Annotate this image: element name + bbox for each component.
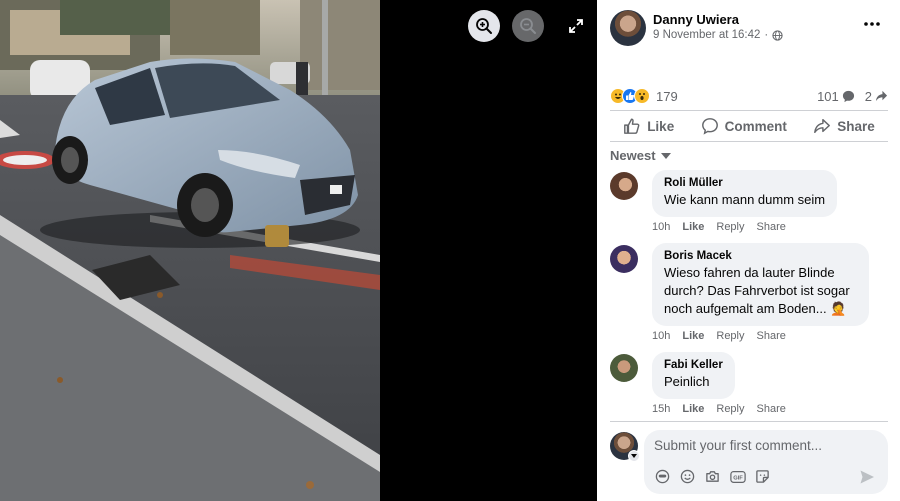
author-avatar[interactable]: [610, 10, 646, 46]
comment-input[interactable]: [654, 438, 874, 453]
commenter-avatar[interactable]: [610, 245, 638, 273]
comment-actions: 10h Like Reply Share: [652, 330, 894, 342]
comment-like-link[interactable]: Like: [682, 330, 704, 342]
reactions-summary: 179 101 2: [610, 86, 888, 106]
shares-count[interactable]: 2: [865, 89, 888, 104]
post-side-panel: Danny Uwiera 9 November at 16:42 · 179 1…: [597, 0, 900, 501]
shares-count-value: 2: [864, 88, 872, 104]
comment-sort-dropdown[interactable]: Newest: [610, 148, 671, 163]
comment-icon: [701, 118, 718, 135]
post-photo[interactable]: [0, 0, 380, 501]
profile-switch-button[interactable]: [628, 450, 640, 462]
camera-icon: [706, 471, 719, 482]
like-button[interactable]: Like: [623, 117, 674, 135]
share-icon: [814, 118, 831, 134]
zoom-out-button[interactable]: [512, 10, 544, 42]
comment-share-link[interactable]: Share: [757, 221, 786, 233]
comment-share-link[interactable]: Share: [757, 403, 786, 415]
comment-time[interactable]: 10h: [652, 221, 670, 233]
comment-author[interactable]: Fabi Keller: [664, 359, 723, 371]
comment-bubble: Roli Müller Wie kann mann dumm seim: [652, 170, 838, 217]
like-label: Like: [647, 118, 675, 134]
comment-bubble: Fabi Keller Peinlich: [652, 352, 735, 399]
send-icon: [860, 470, 874, 484]
post-date[interactable]: 9 November at 16:42: [653, 29, 760, 41]
post-header: Danny Uwiera 9 November at 16:42 ·: [610, 10, 890, 50]
globe-icon: [772, 29, 783, 41]
fullscreen-icon: [569, 19, 583, 33]
comment-reply-link[interactable]: Reply: [716, 221, 744, 233]
zoom-in-button[interactable]: [468, 10, 500, 42]
emoji-button[interactable]: [679, 468, 696, 485]
comment-button[interactable]: Comment: [701, 117, 787, 135]
wow-reaction-icon: [634, 88, 650, 104]
share-button[interactable]: Share: [813, 117, 875, 135]
avatar-sticker-icon: [655, 469, 670, 484]
emoji-icon: [680, 469, 695, 484]
comments-count-value: 101: [817, 88, 839, 104]
avatar-sticker-button[interactable]: [654, 468, 671, 485]
divider-composer: [610, 421, 888, 422]
divider-top: [610, 110, 888, 111]
reaction-count: 179: [656, 88, 678, 104]
share-arrow-icon: [875, 90, 888, 101]
camera-button[interactable]: [704, 468, 721, 485]
viewer-controls: [468, 10, 590, 42]
comments-count[interactable]: 101: [817, 89, 855, 104]
comment-author[interactable]: Roli Müller: [664, 177, 825, 189]
comment-author[interactable]: Boris Macek: [664, 250, 857, 262]
divider-actions: [610, 141, 888, 142]
gif-icon: GIF: [729, 470, 746, 483]
comment-reply-link[interactable]: Reply: [716, 403, 744, 415]
gif-button[interactable]: GIF: [729, 468, 746, 485]
svg-text:GIF: GIF: [733, 475, 743, 481]
more-horizontal-icon: [864, 22, 880, 26]
composer-box: GIF: [644, 430, 888, 494]
commenter-avatar[interactable]: [610, 354, 638, 382]
meta-separator: ·: [764, 29, 769, 41]
commenter-avatar[interactable]: [610, 172, 638, 200]
comment-text: Peinlich: [664, 374, 710, 389]
comments-list: Roli Müller Wie kann mann dumm seim 10h …: [610, 170, 894, 420]
sticker-button[interactable]: [754, 468, 771, 485]
car-crash-photo: [0, 0, 380, 501]
caret-down-icon: [660, 152, 671, 159]
reaction-icons[interactable]: 179: [610, 88, 678, 104]
comment-actions: 10h Like Reply Share: [652, 221, 894, 233]
comment-bubble: Boris Macek Wieso fahren da lauter Blind…: [652, 243, 869, 326]
composer-tools: GIF: [654, 468, 771, 485]
post-meta: 9 November at 16:42 ·: [653, 29, 783, 41]
comment-text: Wie kann mann dumm seim: [664, 192, 826, 207]
comment-share-link[interactable]: Share: [757, 330, 786, 342]
comment-label: Comment: [724, 118, 787, 134]
send-comment-button[interactable]: [858, 468, 876, 486]
comment-composer: GIF: [610, 430, 888, 494]
more-options-button[interactable]: [862, 16, 882, 32]
comment-reply-link[interactable]: Reply: [716, 330, 744, 342]
chevron-down-icon: [631, 454, 637, 458]
post-actions: Like Comment Share: [610, 113, 888, 139]
zoom-in-icon: [476, 18, 492, 34]
comment-like-link[interactable]: Like: [682, 221, 704, 233]
comment-actions: 15h Like Reply Share: [652, 403, 894, 415]
comment-item: Fabi Keller Peinlich 15h Like Reply Shar…: [610, 352, 894, 415]
comment-text: Wieso fahren da lauter Blinde durch? Das…: [664, 265, 850, 316]
thumbs-up-icon: [624, 118, 640, 134]
author-name[interactable]: Danny Uwiera: [653, 12, 739, 27]
engagement-counts: 101 2: [817, 89, 888, 104]
comment-time[interactable]: 10h: [652, 330, 670, 342]
photo-viewer: [0, 0, 597, 501]
share-label: Share: [837, 118, 875, 134]
sticker-icon: [756, 470, 769, 483]
fullscreen-button[interactable]: [562, 12, 590, 40]
sort-label: Newest: [610, 148, 656, 163]
comment-time[interactable]: 15h: [652, 403, 670, 415]
comment-like-link[interactable]: Like: [682, 403, 704, 415]
comment-item: Roli Müller Wie kann mann dumm seim 10h …: [610, 170, 894, 233]
comment-item: Boris Macek Wieso fahren da lauter Blind…: [610, 243, 894, 342]
comment-bubble-icon: [842, 90, 854, 102]
zoom-out-icon: [520, 18, 536, 34]
